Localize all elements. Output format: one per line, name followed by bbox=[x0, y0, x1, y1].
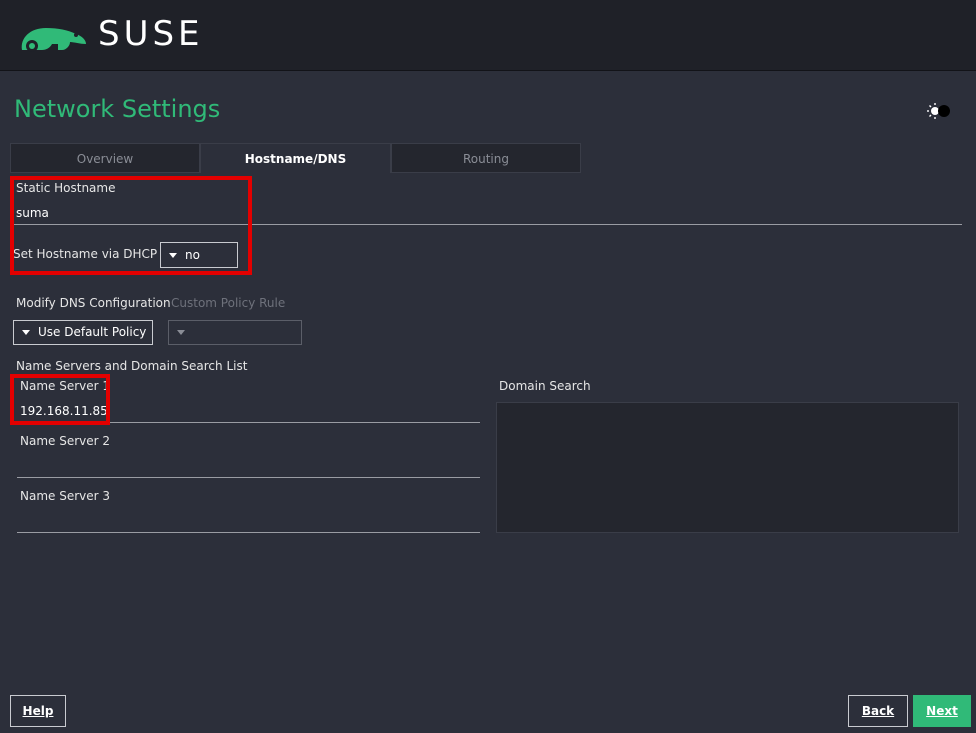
name-server-3-label: Name Server 3 bbox=[20, 489, 111, 503]
name-server-2-underline bbox=[17, 477, 480, 478]
domain-search-textarea[interactable] bbox=[496, 402, 959, 533]
name-server-2-label: Name Server 2 bbox=[20, 434, 111, 448]
chevron-down-icon bbox=[169, 253, 177, 258]
dhcp-hostname-label: Set Hostname via DHCP bbox=[13, 247, 158, 261]
name-server-1-input[interactable]: 192.168.11.85 bbox=[20, 404, 108, 418]
chevron-down-icon bbox=[177, 330, 185, 335]
back-button[interactable]: Back bbox=[848, 695, 908, 727]
theme-toggle-icon[interactable] bbox=[926, 101, 952, 121]
chevron-down-icon bbox=[22, 330, 30, 335]
tab-routing[interactable]: Routing bbox=[391, 143, 581, 173]
custom-policy-select bbox=[168, 320, 302, 345]
page-title: Network Settings bbox=[14, 95, 221, 123]
static-hostname-underline bbox=[14, 224, 962, 225]
modify-dns-label: Modify DNS Configuration bbox=[16, 296, 171, 310]
static-hostname-label: Static Hostname bbox=[16, 181, 116, 195]
help-button[interactable]: Help bbox=[10, 695, 66, 727]
chameleon-logo-icon bbox=[21, 28, 86, 52]
name-server-1-label: Name Server 1 bbox=[20, 379, 111, 393]
brand-name: SUSE bbox=[98, 14, 204, 54]
next-button[interactable]: Next bbox=[913, 695, 971, 727]
name-server-3-underline bbox=[17, 532, 480, 533]
modify-dns-select[interactable]: Use Default Policy bbox=[13, 320, 153, 345]
dhcp-hostname-select[interactable]: no bbox=[160, 242, 238, 268]
domain-search-label: Domain Search bbox=[499, 379, 591, 393]
custom-policy-label: Custom Policy Rule bbox=[171, 296, 286, 310]
static-hostname-input[interactable]: suma bbox=[16, 206, 49, 220]
name-server-1-underline bbox=[17, 422, 480, 423]
name-servers-section-label: Name Servers and Domain Search List bbox=[16, 359, 248, 373]
tab-hostname-dns[interactable]: Hostname/DNS bbox=[200, 143, 391, 173]
top-bar: SUSE bbox=[0, 0, 976, 71]
tab-overview[interactable]: Overview bbox=[10, 143, 200, 173]
